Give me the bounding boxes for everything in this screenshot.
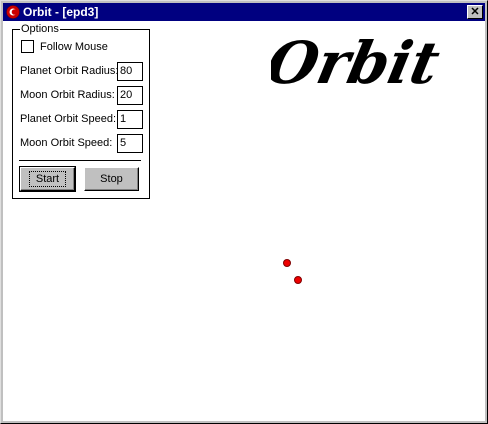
moon-orbit-speed-input[interactable] bbox=[117, 134, 143, 153]
app-window: Orbit - [epd3] ✕ Options Follow Mouse Pl… bbox=[0, 0, 488, 424]
options-group: Options Follow Mouse Planet Orbit Radius… bbox=[12, 22, 150, 199]
close-button[interactable]: ✕ bbox=[467, 5, 483, 19]
window-title: Orbit - [epd3] bbox=[23, 5, 99, 19]
options-separator bbox=[19, 160, 141, 161]
planet-orbit-radius-input[interactable] bbox=[117, 62, 143, 81]
stop-button[interactable]: Stop bbox=[84, 167, 139, 191]
app-icon bbox=[6, 5, 20, 19]
planet-dot bbox=[283, 259, 291, 267]
moon-orbit-speed-label: Moon Orbit Speed: bbox=[20, 137, 113, 149]
moon-dot bbox=[294, 276, 302, 284]
close-icon: ✕ bbox=[470, 6, 480, 18]
planet-orbit-speed-input[interactable] bbox=[117, 110, 143, 129]
follow-mouse-row[interactable]: Follow Mouse bbox=[21, 40, 108, 53]
start-button[interactable]: Start bbox=[19, 166, 76, 192]
orbit-logo: Orbit bbox=[271, 29, 446, 97]
title-bar[interactable]: Orbit - [epd3] ✕ bbox=[3, 3, 485, 21]
start-button-label: Start bbox=[28, 171, 67, 187]
canvas-area[interactable]: Options Follow Mouse Planet Orbit Radius… bbox=[3, 21, 485, 421]
moon-orbit-radius-label: Moon Orbit Radius: bbox=[20, 89, 115, 101]
orbit-logo-text: Orbit bbox=[271, 29, 446, 97]
planet-orbit-speed-label: Planet Orbit Speed: bbox=[20, 113, 117, 125]
follow-mouse-label: Follow Mouse bbox=[40, 40, 108, 53]
options-group-label: Options bbox=[20, 22, 60, 36]
moon-orbit-radius-input[interactable] bbox=[117, 86, 143, 105]
planet-orbit-radius-label: Planet Orbit Radius: bbox=[20, 65, 119, 77]
follow-mouse-checkbox[interactable] bbox=[21, 40, 34, 53]
stop-button-label: Stop bbox=[100, 173, 123, 185]
